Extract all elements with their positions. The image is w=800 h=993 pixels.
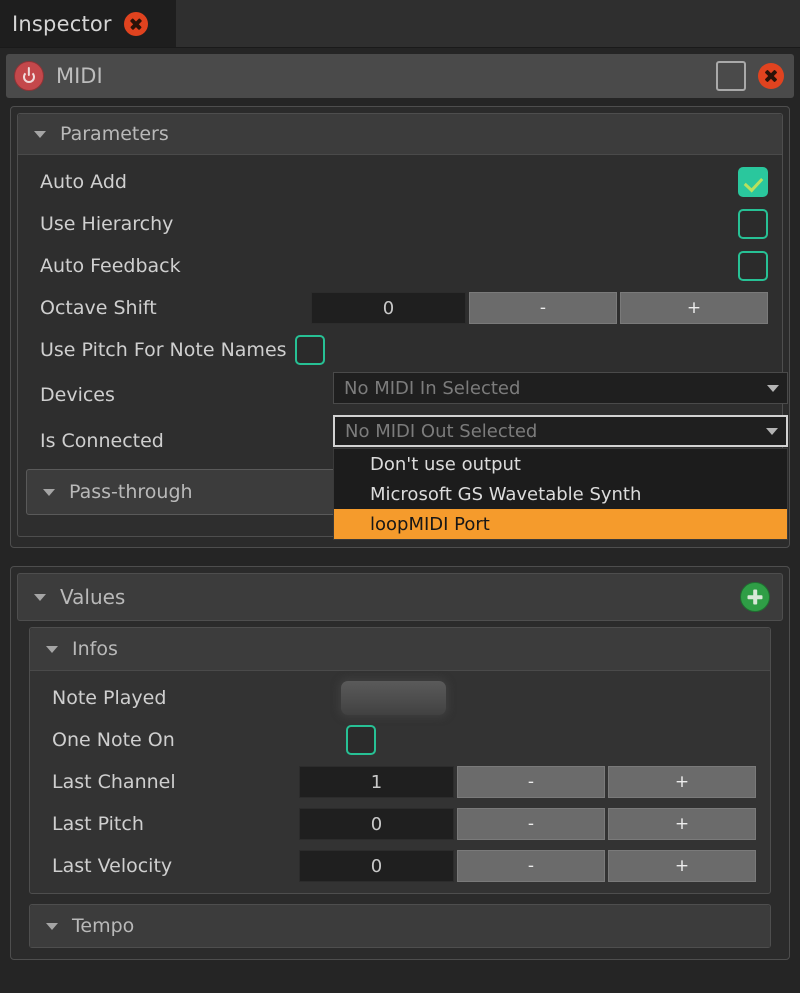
- row-label: Devices: [40, 384, 115, 406]
- chevron-down-icon[interactable]: [46, 923, 58, 930]
- module-title: MIDI: [56, 64, 704, 88]
- auto-add-checkbox[interactable]: [738, 167, 768, 197]
- section-title-pass-through: Pass-through: [69, 481, 193, 503]
- last-channel-minus-button[interactable]: -: [457, 766, 605, 798]
- row-label: Last Channel: [52, 771, 176, 793]
- section-title-parameters: Parameters: [60, 123, 169, 145]
- chevron-down-icon[interactable]: [46, 646, 58, 653]
- row-use-pitch-for-note-names: Use Pitch For Note Names: [18, 329, 782, 371]
- last-pitch-stepper: 0 - +: [299, 808, 756, 840]
- dropdown-option[interactable]: Don't use output: [334, 449, 787, 479]
- last-velocity-value[interactable]: 0: [299, 850, 454, 882]
- power-icon[interactable]: [14, 61, 44, 91]
- last-pitch-minus-button[interactable]: -: [457, 808, 605, 840]
- row-label: Auto Feedback: [40, 255, 181, 277]
- chevron-down-icon: [767, 385, 779, 392]
- row-note-played: Note Played: [30, 677, 770, 719]
- chevron-down-icon[interactable]: [34, 131, 46, 138]
- close-icon[interactable]: [124, 12, 148, 36]
- dropdown-option-selected[interactable]: loopMIDI Port: [334, 509, 787, 539]
- tab-inspector-label: Inspector: [12, 12, 112, 36]
- chevron-down-icon: [766, 428, 778, 435]
- tab-inspector[interactable]: Inspector: [0, 0, 176, 47]
- row-last-channel: Last Channel 1 - +: [30, 761, 770, 803]
- row-label: Last Velocity: [52, 855, 172, 877]
- last-velocity-plus-button[interactable]: +: [608, 850, 756, 882]
- dropdown-option[interactable]: Microsoft GS Wavetable Synth: [334, 479, 787, 509]
- row-label: Note Played: [52, 687, 166, 709]
- midi-out-dropdown[interactable]: No MIDI Out Selected: [333, 415, 788, 447]
- row-label: Auto Add: [40, 171, 127, 193]
- row-label: Use Hierarchy: [40, 213, 173, 235]
- last-channel-plus-button[interactable]: +: [608, 766, 756, 798]
- values-panel: Values Infos Note Played One Note On Las…: [10, 566, 790, 960]
- add-value-button[interactable]: [740, 582, 770, 612]
- row-label: Octave Shift: [40, 297, 157, 319]
- chevron-down-icon[interactable]: [34, 594, 46, 601]
- section-header-infos[interactable]: Infos: [30, 628, 770, 671]
- octave-shift-stepper: 0 - +: [311, 292, 768, 324]
- midi-out-options-menu: Don't use output Microsoft GS Wavetable …: [333, 448, 788, 540]
- row-use-hierarchy: Use Hierarchy: [18, 203, 782, 245]
- octave-shift-minus-button[interactable]: -: [469, 292, 617, 324]
- last-pitch-value[interactable]: 0: [299, 808, 454, 840]
- last-velocity-stepper: 0 - +: [299, 850, 756, 882]
- tab-bar: Inspector: [0, 0, 800, 48]
- last-pitch-plus-button[interactable]: +: [608, 808, 756, 840]
- infos-rows: Note Played One Note On Last Channel 1 -…: [30, 671, 770, 893]
- module-header-midi: MIDI: [6, 54, 794, 98]
- last-velocity-minus-button[interactable]: -: [457, 850, 605, 882]
- use-pitch-for-note-names-checkbox[interactable]: [295, 335, 325, 365]
- section-title-values: Values: [60, 585, 125, 609]
- last-channel-value[interactable]: 1: [299, 766, 454, 798]
- section-header-tempo[interactable]: Tempo: [30, 905, 770, 947]
- note-played-field[interactable]: [341, 681, 446, 715]
- row-label: Is Connected: [40, 430, 164, 452]
- midi-in-dropdown[interactable]: No MIDI In Selected: [333, 372, 788, 404]
- auto-feedback-checkbox[interactable]: [738, 251, 768, 281]
- octave-shift-plus-button[interactable]: +: [620, 292, 768, 324]
- midi-out-value: No MIDI Out Selected: [345, 421, 537, 442]
- infos-panel: Infos Note Played One Note On Last Chann…: [29, 627, 771, 894]
- row-auto-feedback: Auto Feedback: [18, 245, 782, 287]
- tempo-panel: Tempo: [29, 904, 771, 948]
- module-close-icon[interactable]: [758, 63, 784, 89]
- section-header-values[interactable]: Values: [17, 573, 783, 621]
- module-enable-checkbox[interactable]: [716, 61, 746, 91]
- row-one-note-on: One Note On: [30, 719, 770, 761]
- midi-in-value: No MIDI In Selected: [344, 378, 520, 399]
- row-last-pitch: Last Pitch 0 - +: [30, 803, 770, 845]
- row-label: Use Pitch For Note Names: [40, 339, 287, 361]
- row-label: Last Pitch: [52, 813, 144, 835]
- octave-shift-value[interactable]: 0: [311, 292, 466, 324]
- section-header-parameters[interactable]: Parameters: [18, 114, 782, 155]
- one-note-on-checkbox[interactable]: [346, 725, 376, 755]
- row-octave-shift: Octave Shift 0 - +: [18, 287, 782, 329]
- use-hierarchy-checkbox[interactable]: [738, 209, 768, 239]
- chevron-down-icon[interactable]: [43, 489, 55, 496]
- parameters-panel: Parameters Auto Add Use Hierarchy Auto F…: [10, 106, 790, 548]
- last-channel-stepper: 1 - +: [299, 766, 756, 798]
- row-auto-add: Auto Add: [18, 161, 782, 203]
- row-last-velocity: Last Velocity 0 - +: [30, 845, 770, 887]
- row-label: One Note On: [52, 729, 175, 751]
- section-title-tempo: Tempo: [72, 915, 134, 937]
- section-title-infos: Infos: [72, 638, 118, 660]
